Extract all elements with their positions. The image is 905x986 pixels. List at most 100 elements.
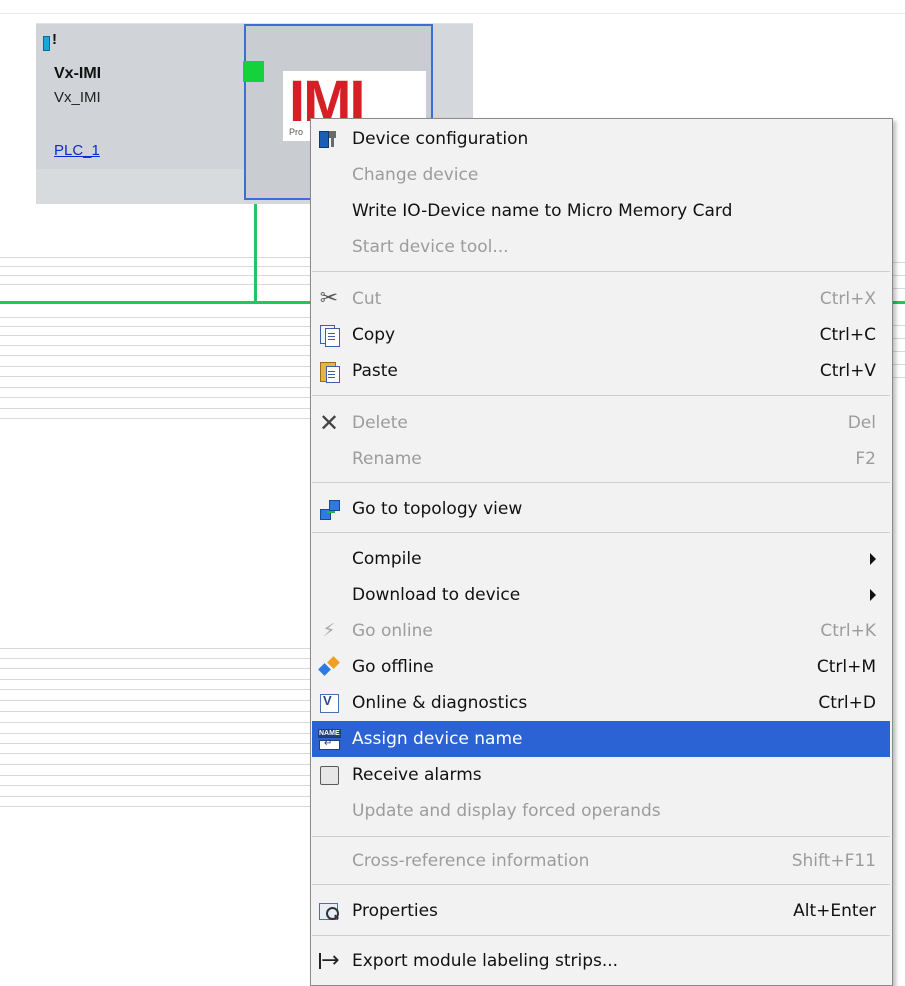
delete-x-icon: ✕: [318, 409, 340, 437]
menu-item-label: Compile: [352, 549, 422, 569]
menu-item-label: Go online: [352, 621, 433, 641]
menu-item-write-io-device-name[interactable]: Write IO-Device name to Micro Memory Car…: [312, 193, 890, 229]
grid-line: [0, 658, 310, 659]
menu-separator: [312, 836, 890, 837]
menu-item-label: Properties: [352, 901, 438, 921]
menu-item-copy[interactable]: Copy Ctrl+C: [312, 317, 890, 353]
logo-subtext: Pro: [289, 127, 304, 137]
grid-line: [0, 764, 310, 765]
go-offline-icon: [318, 656, 340, 678]
menu-item-label: Export module labeling strips...: [352, 951, 619, 971]
menu-item-label: Rename: [352, 449, 422, 469]
menu-item-rename: Rename F2: [312, 441, 890, 477]
grid-line: [0, 733, 310, 734]
alarm-checkbox-icon[interactable]: [318, 764, 340, 786]
menu-item-change-device: Change device: [312, 157, 890, 193]
submenu-arrow-icon: [870, 553, 876, 565]
scissors-icon: ✂: [319, 286, 339, 311]
grid-line: [0, 275, 310, 276]
grid-line: [0, 689, 310, 690]
menu-item-receive-alarms[interactable]: Receive alarms: [312, 757, 890, 793]
grid-line: [0, 418, 310, 419]
menu-item-go-offline[interactable]: Go offline Ctrl+M: [312, 649, 890, 685]
grid-line: [0, 648, 310, 649]
menu-item-shortcut: Ctrl+C: [819, 325, 876, 345]
grid-line: [0, 668, 310, 669]
menu-item-label: Go offline: [352, 657, 434, 677]
menu-item-compile[interactable]: Compile: [312, 541, 890, 577]
menu-separator: [312, 271, 890, 272]
menu-item-go-online: ⚡ Go online Ctrl+K: [312, 613, 890, 649]
menu-item-cross-reference: Cross-reference information Shift+F11: [312, 843, 890, 879]
device-type: Vx_IMI: [54, 89, 101, 106]
properties-icon: [318, 900, 340, 922]
device-name: Vx-IMI: [54, 65, 102, 82]
menu-separator: [312, 884, 890, 885]
device-warning-icon: !: [43, 31, 69, 54]
menu-item-label: Go to topology view: [352, 499, 523, 519]
grid-line: [0, 387, 310, 388]
grid-line: [0, 376, 310, 377]
context-menu: Device configuration Change device Write…: [310, 118, 893, 986]
menu-item-assign-device-name[interactable]: NAME ↵ Assign device name: [312, 721, 890, 757]
menu-item-shortcut: Ctrl+X: [819, 289, 876, 309]
menu-item-label: Start device tool...: [352, 237, 509, 257]
grid-line: [0, 408, 310, 409]
grid-line: [0, 711, 310, 712]
menu-item-shortcut: Ctrl+D: [818, 693, 876, 713]
menu-item-label: Delete: [352, 413, 408, 433]
device-footer: [36, 169, 244, 204]
menu-item-delete: ✕ Delete Del: [312, 405, 890, 441]
menu-item-label: Cross-reference information: [352, 851, 590, 871]
menu-separator: [312, 532, 890, 533]
assign-name-icon: NAME ↵: [318, 729, 341, 750]
grid-line: [0, 743, 310, 744]
menu-item-download-to-device[interactable]: Download to device: [312, 577, 890, 613]
menu-item-export-labeling-strips[interactable]: → Export module labeling strips...: [312, 943, 890, 979]
menu-item-label: Change device: [352, 165, 479, 185]
grid-line: [0, 326, 310, 327]
menu-item-shortcut: Del: [847, 413, 876, 433]
grid-line: [0, 284, 310, 285]
grid-line: [0, 700, 310, 701]
port-status-indicator: [243, 61, 264, 82]
menu-item-start-device-tool: Start device tool...: [312, 229, 890, 265]
copy-icon: [318, 324, 340, 347]
grid-line: [0, 679, 310, 680]
menu-item-shortcut: Ctrl+M: [816, 657, 876, 677]
menu-item-shortcut: Shift+F11: [791, 851, 876, 871]
grid-line: [0, 753, 310, 754]
menu-item-label: Cut: [352, 289, 382, 309]
grid-line: [0, 257, 310, 258]
grid-line: [0, 806, 310, 807]
export-arrow-icon: →: [319, 948, 340, 973]
grid-line: [0, 722, 310, 723]
grid-line: [0, 785, 310, 786]
grid-line: [0, 345, 310, 346]
submenu-arrow-icon: [870, 589, 876, 601]
grid-line: [0, 266, 310, 267]
grid-line: [0, 355, 310, 356]
menu-item-online-diagnostics[interactable]: V Online & diagnostics Ctrl+D: [312, 685, 890, 721]
menu-item-properties[interactable]: Properties Alt+Enter: [312, 893, 890, 929]
network-view-canvas: ! Vx-IMI Vx_IMI PLC_1 IMI Pro Device con…: [0, 0, 905, 986]
menu-separator: [312, 935, 890, 936]
menu-item-label: Paste: [352, 361, 398, 381]
grid-line: [0, 366, 310, 367]
menu-separator: [312, 482, 890, 483]
device-plc-link[interactable]: PLC_1: [54, 142, 100, 159]
menu-item-label: Online & diagnostics: [352, 693, 528, 713]
menu-item-label: Download to device: [352, 585, 521, 605]
paste-icon: [318, 360, 340, 383]
menu-item-paste[interactable]: Paste Ctrl+V: [312, 353, 890, 389]
diagnostics-icon: V: [318, 692, 340, 714]
menu-item-label: Assign device name: [352, 729, 523, 749]
menu-item-go-to-topology-view[interactable]: Go to topology view: [312, 491, 890, 527]
menu-item-cut: ✂ Cut Ctrl+X: [312, 281, 890, 317]
grid-line: [0, 397, 310, 398]
grid-line: [0, 775, 310, 776]
grid-line: [0, 335, 310, 336]
menu-item-label: Write IO-Device name to Micro Memory Car…: [352, 201, 733, 221]
grid-line: [0, 317, 310, 318]
menu-item-device-configuration[interactable]: Device configuration: [312, 121, 890, 157]
